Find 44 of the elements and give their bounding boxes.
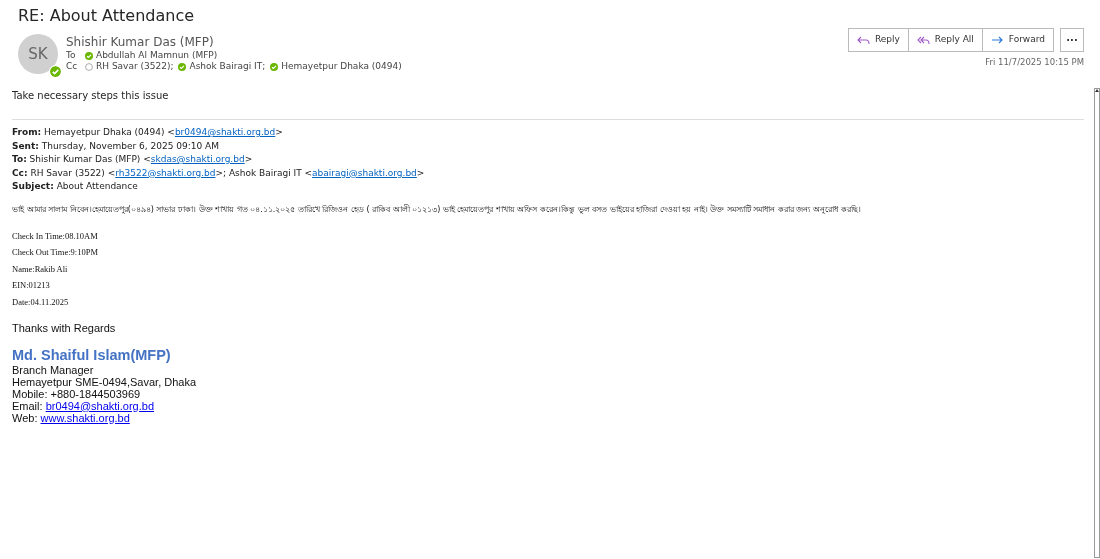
reply-icon	[856, 35, 870, 45]
email-link[interactable]: rh3522@shakti.org.bd	[115, 167, 216, 178]
detail-line: EIN:01213	[12, 279, 50, 292]
avatar: SK	[18, 34, 58, 74]
signature-name: Md. Shaiful Islam(MFP)	[12, 346, 171, 364]
closing-text: Thanks with Regards	[12, 321, 116, 336]
detail-line: Check Out Time:9:10PM	[12, 246, 98, 259]
detail-line: Name:Rakib Ali	[12, 262, 68, 276]
reply-all-button[interactable]: Reply All	[907, 29, 982, 51]
signature-line: Branch Manager	[12, 363, 94, 376]
signature-link[interactable]: www.shakti.org.bd	[40, 411, 130, 424]
date-time: Fri 11/7/2025 10:15 PM	[985, 56, 1084, 69]
signature-line: Hemayetpur SME-0494,Savar, Dhaka	[12, 375, 197, 388]
header-line: To: Shishir Kumar Das (MFP) <skdas@shakti.org.bd>	[12, 153, 253, 166]
detail-line: Date:04.11.2025	[12, 295, 69, 309]
header-line: From: Hemayetpur Dhaka (0494) <br0494@shakti.org.bd>	[12, 126, 283, 139]
header-line: Cc: RH Savar (3522) <rh3522@shakti.org.bd>; Ashok Bairagi IT <abairagi@shakti.org.bd>	[12, 166, 425, 180]
scrollbar[interactable]	[1094, 88, 1100, 558]
signature-link[interactable]: br0494@shakti.org.bd	[45, 399, 155, 412]
signature-line: Mobile: +880-1844503969	[12, 387, 141, 400]
signature-line: Web: www.shakti.org.bd	[12, 411, 130, 424]
recipient-name[interactable]: RH Savar (3522);	[96, 61, 174, 72]
scroll-up-icon[interactable]	[1095, 89, 1099, 92]
reply-all-icon	[916, 35, 930, 45]
reply-button[interactable]: Reply	[848, 29, 908, 51]
recipient-name[interactable]: Hemayetpur Dhaka (0494)	[281, 61, 402, 72]
email-subject: RE: About Attendance	[17, 5, 195, 27]
field-label: Cc	[66, 61, 79, 72]
more-button[interactable]: ···	[1060, 28, 1084, 52]
sender-name: Shishir Kumar Das (MFP)	[66, 34, 214, 50]
field-label: To	[66, 50, 77, 61]
signature-line: Email: br0494@shakti.org.bd	[12, 399, 155, 412]
email-link[interactable]: br0494@shakti.org.bd	[174, 127, 276, 137]
recipient-name[interactable]: Abdullah Al Mamnun (MFP)	[96, 50, 218, 61]
message-body: ভাই আমার সালাম নিবেন।হেমায়েতপুর(০৪৯৪) সাভার ঢাকা। উক্ত শাখায় গত ০৪.১১.২০২৫ তারিখে রিজিওন হেড ( রাকিব আলী ০১২১৩) ভাই হেমায়েতপুর শাখায় অফিস করেন।কিন্তু ভুল বসত ভাইয়ের হাজিরা দেওয়া হয় নাই। উক্ত সমস্যাটি সমাধান করার জন্য অনুরোধ করছি।	[12, 203, 861, 216]
header-line: Subject: About Attendance	[12, 180, 138, 193]
email-link[interactable]: abairagi@shakti.org.bd	[312, 167, 417, 178]
forward-button[interactable]: Forward	[981, 29, 1053, 51]
header-line: Sent: Thursday, November 6, 2025 09:10 AM	[12, 139, 219, 153]
reply-message: Take necessary steps this issue	[12, 89, 169, 103]
email-link[interactable]: skdas@shakti.org.bd	[150, 154, 245, 164]
recipient-name[interactable]: Ashok Bairagi IT;	[189, 61, 266, 72]
forward-icon	[990, 35, 1004, 45]
detail-line: Check In Time:08.10AM	[12, 229, 98, 243]
